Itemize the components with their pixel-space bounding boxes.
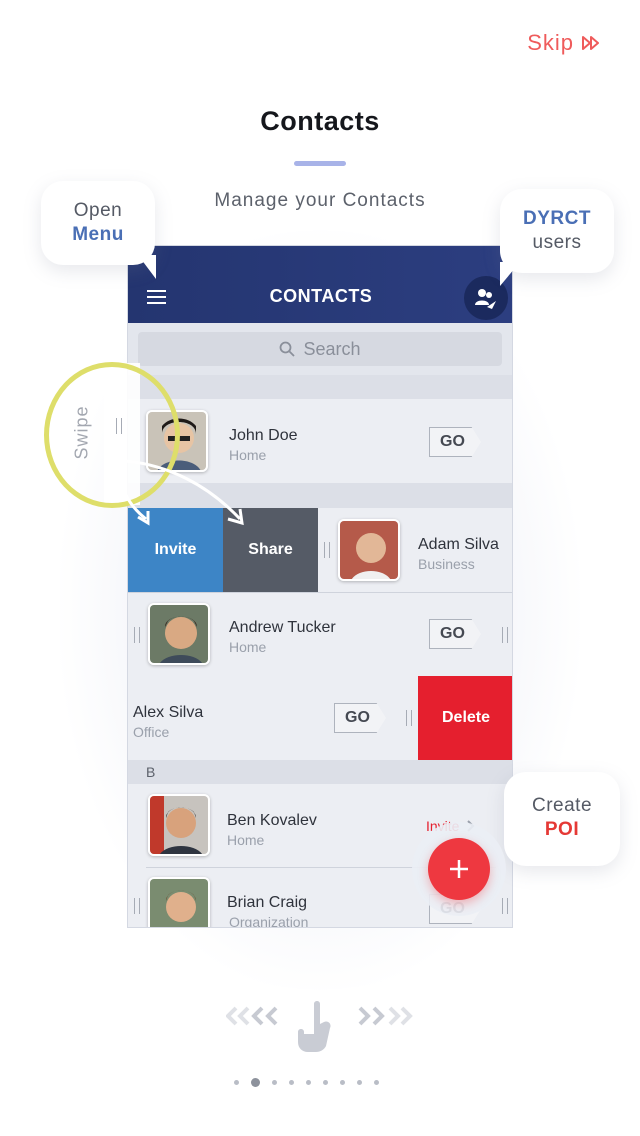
contact-row[interactable]: Adam Silva Business [318,508,512,592]
plus-icon [450,860,468,878]
page-indicator [234,1078,379,1087]
search-placeholder: Search [303,338,361,359]
drag-handle-icon[interactable] [502,898,508,914]
poi-callout: Create POI [504,772,620,866]
swipe-hint [225,994,416,1054]
page-dot[interactable] [340,1080,345,1085]
search-bar: Search [128,323,512,375]
avatar [338,519,400,581]
app-bar: CONTACTS [128,246,512,323]
search-icon [280,341,296,357]
contact-name: Adam Silva [418,536,499,553]
page-dot[interactable] [323,1080,328,1085]
avatar [148,794,210,856]
callout-tail [138,255,156,279]
contact-type: Office [133,724,170,740]
section-header-a [128,375,512,399]
avatar [148,877,210,927]
skip-label: Skip [527,30,574,55]
drag-handle-icon[interactable] [324,542,330,558]
section-header-b: B [128,760,512,784]
dyrct-callout: DYRCT users [500,189,614,273]
menu-callout: Open Menu [41,181,155,265]
poi-callout-line2: POI [544,819,580,840]
go-button[interactable]: GO [334,703,386,733]
drag-handle-icon[interactable] [502,627,508,643]
go-button[interactable]: GO [429,619,481,649]
go-button[interactable]: GO [429,427,481,457]
page-dot-active[interactable] [251,1078,260,1087]
page-dot[interactable] [234,1080,239,1085]
add-poi-button[interactable] [428,838,490,900]
users-icon [475,289,496,309]
contact-name: John Doe [229,427,298,444]
callout-tail [500,262,520,286]
swipe-label: Swipe [71,405,92,460]
poi-callout-line1: Create [531,795,593,816]
contact-type: Organization [229,914,309,928]
dyrct-callout-line1: DYRCT [523,208,591,229]
page-dot[interactable] [374,1080,379,1085]
menu-callout-line2: Menu [72,224,124,245]
swipe-arrows-icon [116,458,244,526]
drag-handle-icon[interactable] [134,627,140,643]
skip-button[interactable]: Skip [527,30,600,56]
app-title: CONTACTS [269,286,373,306]
delete-button[interactable]: Delete [418,676,512,760]
contact-name: Alex Silva [133,704,204,721]
contact-type: Business [418,556,475,572]
contact-type: Home [227,832,265,848]
page-dot[interactable] [272,1080,277,1085]
fast-forward-icon [582,36,599,50]
avatar [148,603,210,665]
swipe-hand-icon [225,1001,413,1052]
dyrct-callout-line2: users [532,232,582,253]
contact-row[interactable]: Alex Silva Office GO [128,676,418,760]
page-title: Contacts [260,106,380,136]
page-dot[interactable] [306,1080,311,1085]
menu-callout-line1: Open [73,200,123,221]
drag-handle-icon[interactable] [134,898,140,914]
contact-name: Brian Craig [227,894,308,911]
page-dot[interactable] [289,1080,294,1085]
contact-name: Ben Kovalev [227,812,317,829]
search-input[interactable]: Search [138,332,502,366]
drag-handle-icon[interactable] [406,710,412,726]
title-underline [294,161,346,166]
contact-type: Home [229,639,267,655]
page-dot[interactable] [357,1080,362,1085]
contact-row[interactable]: Andrew Tucker Home GO [128,593,512,677]
contact-name: Andrew Tucker [229,619,336,636]
